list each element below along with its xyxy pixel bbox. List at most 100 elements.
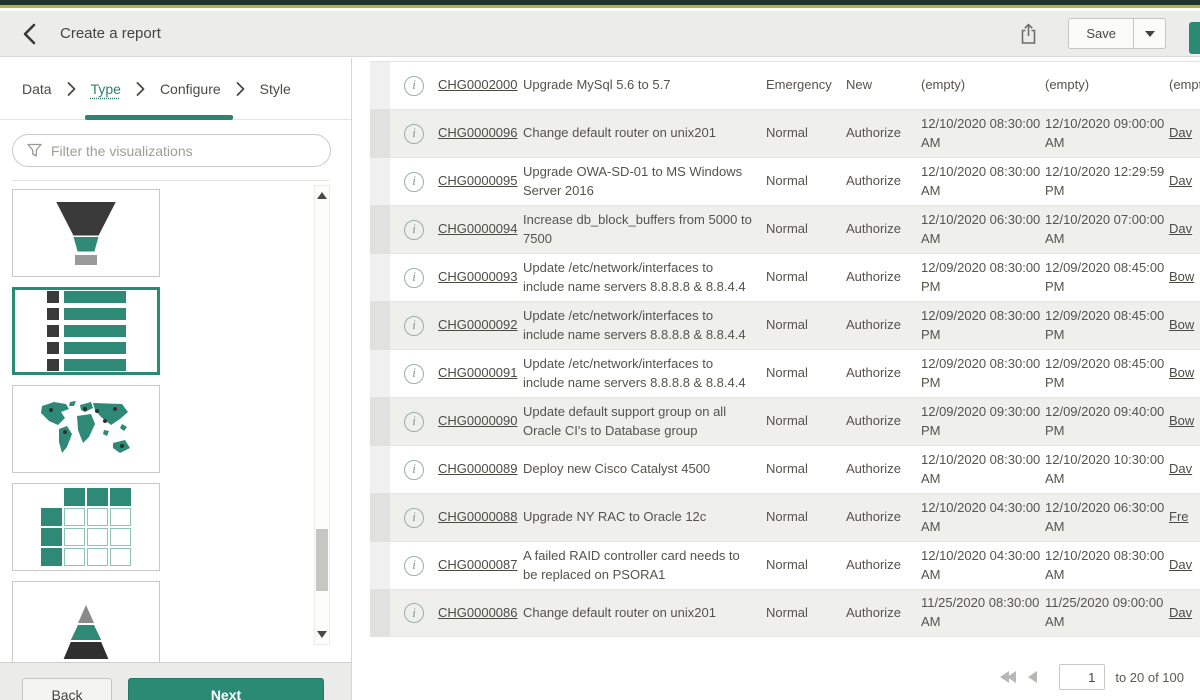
viz-card-list[interactable] bbox=[12, 287, 160, 375]
report-type-panel: Data Type Configure Style bbox=[0, 58, 352, 700]
change-number-link[interactable]: CHG0000092 bbox=[438, 316, 523, 335]
planned-start-date: 12/10/2020 08:30:00 AM bbox=[921, 451, 1045, 489]
assigned-to-link[interactable]: Dav bbox=[1169, 172, 1200, 191]
short-description: A failed RAID controller card needs to b… bbox=[523, 547, 766, 585]
info-icon[interactable]: i bbox=[404, 508, 424, 528]
short-description: Update default support group on all Orac… bbox=[523, 403, 766, 441]
visualization-filter bbox=[12, 134, 331, 167]
scroll-down-icon[interactable] bbox=[317, 631, 327, 638]
change-number-link[interactable]: CHG0000093 bbox=[438, 268, 523, 287]
change-number-link[interactable]: CHG0000096 bbox=[438, 124, 523, 143]
table-row: iCHG0000095Upgrade OWA-SD-01 to MS Windo… bbox=[370, 157, 1200, 205]
assigned-to-link[interactable]: Bow bbox=[1169, 316, 1200, 335]
assigned-to-link[interactable]: Bow bbox=[1169, 268, 1200, 287]
change-number-link[interactable]: CHG0000095 bbox=[438, 172, 523, 191]
row-gutter bbox=[370, 446, 390, 493]
change-number-link[interactable]: CHG0000086 bbox=[438, 604, 523, 623]
info-icon[interactable]: i bbox=[404, 364, 424, 384]
table-row: i CHG0000090Update default support group … bbox=[370, 397, 1200, 445]
info-icon[interactable]: i bbox=[404, 556, 424, 576]
row-gutter bbox=[370, 542, 390, 589]
scrollbar-thumb[interactable] bbox=[316, 529, 328, 591]
assigned-to-link[interactable]: Dav bbox=[1169, 220, 1200, 239]
change-type: Normal bbox=[766, 412, 846, 431]
planned-start-date: 12/09/2020 08:30:00 PM bbox=[921, 355, 1045, 393]
page-number-input[interactable] bbox=[1059, 664, 1105, 690]
pagination-bar: to 20 of 100 bbox=[1000, 664, 1184, 690]
assigned-to-link[interactable]: Dav bbox=[1169, 604, 1200, 623]
filter-visualizations-input[interactable] bbox=[12, 134, 331, 167]
assigned-to-link[interactable]: Fre bbox=[1169, 508, 1200, 527]
panel-scrollbar[interactable] bbox=[314, 185, 330, 645]
change-number-link[interactable]: CHG0002000 bbox=[438, 76, 523, 95]
chevron-left-icon bbox=[1028, 671, 1037, 683]
planned-end-date: 12/10/2020 10:30:00 AM bbox=[1045, 451, 1169, 489]
table-row: iCHG0000093Update /etc/network/interface… bbox=[370, 253, 1200, 301]
short-description: Upgrade MySql 5.6 to 5.7 bbox=[523, 76, 766, 95]
chevron-right-icon bbox=[236, 82, 245, 96]
change-number-link[interactable]: CHG0000087 bbox=[438, 556, 523, 575]
save-menu-button[interactable] bbox=[1134, 18, 1166, 49]
info-icon-cell: i bbox=[390, 172, 438, 192]
viz-card-world-map[interactable] bbox=[12, 385, 160, 473]
info-icon[interactable]: i bbox=[404, 220, 424, 240]
share-export-icon[interactable] bbox=[1019, 23, 1038, 45]
viz-card-funnel-chart[interactable] bbox=[12, 189, 160, 277]
viz-card-grouped-table[interactable] bbox=[12, 483, 160, 571]
grouped-table-icon bbox=[41, 488, 131, 566]
planned-start-date: 12/09/2020 09:30:00 PM bbox=[921, 403, 1045, 441]
change-number-link[interactable]: CHG0000088 bbox=[438, 508, 523, 527]
previous-page-button[interactable] bbox=[1028, 671, 1037, 683]
back-button[interactable]: Back bbox=[22, 678, 112, 700]
change-number-link[interactable]: CHG0000090 bbox=[438, 412, 523, 431]
list-icon bbox=[47, 291, 126, 371]
info-icon[interactable]: i bbox=[404, 172, 424, 192]
info-icon[interactable]: i bbox=[404, 76, 424, 96]
change-type: Normal bbox=[766, 508, 846, 527]
planned-end-date: 12/09/2020 08:45:00 PM bbox=[1045, 307, 1169, 345]
info-icon-cell: i bbox=[390, 603, 438, 623]
wizard-step-style[interactable]: Style bbox=[260, 81, 291, 97]
planned-end-date: 12/09/2020 08:45:00 PM bbox=[1045, 259, 1169, 297]
info-icon-cell: i bbox=[390, 460, 438, 480]
info-icon[interactable]: i bbox=[404, 316, 424, 336]
info-icon[interactable]: i bbox=[404, 412, 424, 432]
scroll-up-icon[interactable] bbox=[317, 192, 327, 199]
change-number-link[interactable]: CHG0000094 bbox=[438, 220, 523, 239]
clipped-edge-button[interactable] bbox=[1189, 22, 1200, 54]
change-type: Normal bbox=[766, 460, 846, 479]
wizard-step-data[interactable]: Data bbox=[22, 81, 52, 97]
planned-end-date: 12/10/2020 07:00:00 AM bbox=[1045, 211, 1169, 249]
active-step-indicator bbox=[85, 115, 233, 120]
info-icon[interactable]: i bbox=[404, 460, 424, 480]
change-state: Authorize bbox=[846, 364, 921, 383]
header-bar: Create a report Save bbox=[0, 11, 1200, 57]
change-number-link[interactable]: CHG0000091 bbox=[438, 364, 523, 383]
planned-start-date: 12/09/2020 08:30:00 PM bbox=[921, 259, 1045, 297]
viz-card-pyramid[interactable] bbox=[12, 581, 160, 662]
change-type: Normal bbox=[766, 316, 846, 335]
info-icon[interactable]: i bbox=[404, 603, 424, 623]
assigned-to-link[interactable]: Dav bbox=[1169, 556, 1200, 575]
wizard-step-configure[interactable]: Configure bbox=[160, 81, 221, 97]
change-state: Authorize bbox=[846, 460, 921, 479]
next-button[interactable]: Next bbox=[128, 678, 324, 700]
planned-end-date: 12/09/2020 09:40:00 PM bbox=[1045, 403, 1169, 441]
save-button[interactable]: Save bbox=[1068, 18, 1134, 49]
info-icon[interactable]: i bbox=[404, 124, 424, 144]
assigned-to-link[interactable]: Bow bbox=[1169, 412, 1200, 431]
assigned-to-link[interactable]: Bow bbox=[1169, 364, 1200, 383]
planned-start-date: 12/10/2020 08:30:00 AM bbox=[921, 115, 1045, 153]
change-number-link[interactable]: CHG0000089 bbox=[438, 460, 523, 479]
info-icon[interactable]: i bbox=[404, 268, 424, 288]
info-icon-cell: i bbox=[390, 268, 438, 288]
funnel-filter-icon bbox=[26, 142, 43, 159]
planned-end-date: 12/09/2020 08:45:00 PM bbox=[1045, 355, 1169, 393]
assigned-to-link[interactable]: Dav bbox=[1169, 460, 1200, 479]
wizard-step-type[interactable]: Type bbox=[91, 81, 121, 97]
assigned-to-link[interactable]: Dav bbox=[1169, 124, 1200, 143]
info-icon-cell: i bbox=[390, 556, 438, 576]
first-page-button[interactable] bbox=[1000, 671, 1016, 683]
back-chevron-icon[interactable] bbox=[22, 23, 40, 45]
pagination-range-label: to 20 of 100 bbox=[1115, 670, 1184, 685]
